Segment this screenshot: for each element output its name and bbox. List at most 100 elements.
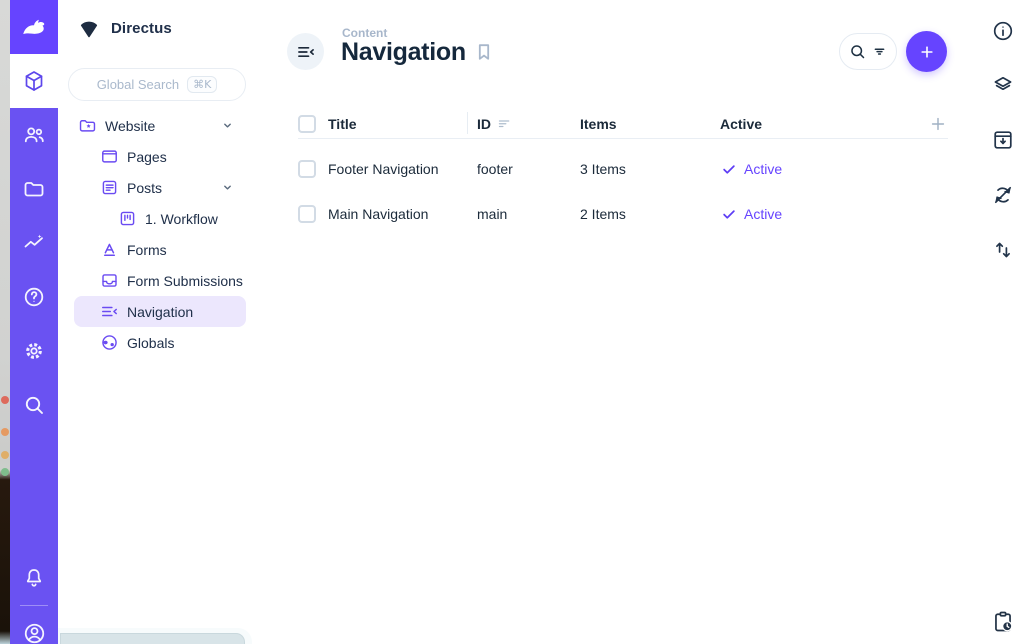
menu-open-icon: [296, 42, 316, 62]
nav-item-label: Form Submissions: [127, 273, 243, 289]
nav-item-label: 1. Workflow: [145, 211, 218, 227]
nav-item-posts[interactable]: Posts: [74, 172, 246, 203]
cell-title: Footer Navigation: [328, 161, 477, 177]
bottom-overlay-inner: [60, 633, 245, 644]
layers-icon[interactable]: [989, 71, 1017, 99]
nav-item-label: Pages: [127, 149, 167, 165]
cell-active: Active: [720, 160, 924, 178]
nav-item-label: Website: [105, 118, 155, 134]
avatar-icon: [22, 621, 47, 644]
nav-item-website[interactable]: Website: [74, 110, 246, 141]
row-checkbox[interactable]: [298, 160, 316, 178]
module-content[interactable]: [10, 54, 58, 108]
column-header-id[interactable]: ID: [477, 116, 580, 132]
page-title: Navigation: [341, 38, 466, 67]
project-name: Directus: [111, 20, 172, 37]
navigation-panel: Directus Global Search ⌘K Website Pages: [58, 0, 280, 644]
nav-item-label: Globals: [127, 335, 174, 351]
background-dot: [1, 468, 9, 476]
chevron-down-icon[interactable]: [219, 179, 236, 196]
filter-icon[interactable]: [870, 42, 889, 61]
import-icon[interactable]: [989, 126, 1017, 154]
table-header: Title ID Items Active: [298, 109, 948, 139]
nav-item-workflow[interactable]: 1. Workflow: [74, 203, 246, 234]
notifications-button[interactable]: [10, 551, 58, 605]
select-all-checkbox[interactable]: [298, 115, 316, 133]
window-icon: [100, 147, 119, 166]
kanban-icon: [118, 209, 137, 228]
background-dot: [1, 451, 9, 459]
sync-disabled-icon[interactable]: [989, 181, 1017, 209]
help-icon: [22, 285, 46, 309]
cell-id: footer: [477, 161, 580, 177]
row-checkbox[interactable]: [298, 205, 316, 223]
nav-item-pages[interactable]: Pages: [74, 141, 246, 172]
table-row[interactable]: Footer Navigation footer 3 Items Active: [298, 146, 948, 191]
sort-indicator-icon: [497, 116, 512, 131]
bell-icon: [22, 566, 46, 590]
project-logo-icon: [76, 16, 102, 40]
box-icon: [22, 69, 46, 93]
module-help[interactable]: [10, 270, 58, 324]
column-header-items[interactable]: Items: [580, 116, 720, 132]
globe-icon: [100, 333, 119, 352]
nav-item-form-submissions[interactable]: Form Submissions: [74, 265, 246, 296]
insights-icon: [22, 231, 46, 255]
nav-item-label: Navigation: [127, 304, 193, 320]
global-search-placeholder: Global Search: [97, 77, 179, 92]
nav-item-label: Posts: [127, 180, 162, 196]
plus-icon: [917, 42, 937, 62]
menu-open-icon: [100, 302, 119, 321]
shortcut-badge: ⌘K: [187, 76, 217, 93]
module-settings[interactable]: [10, 324, 58, 378]
search-filter-pill: [839, 33, 897, 70]
bookmark-icon[interactable]: [472, 40, 496, 64]
table-row[interactable]: Main Navigation main 2 Items Active: [298, 191, 948, 236]
inbox-icon: [100, 271, 119, 290]
gear-icon: [22, 339, 46, 363]
cell-items: 2 Items: [580, 206, 720, 222]
page-icon-button[interactable]: [287, 33, 324, 70]
bottom-overlay-panel: [58, 628, 252, 644]
cell-title: Main Navigation: [328, 206, 477, 222]
table-body: Footer Navigation footer 3 Items Active …: [298, 146, 948, 236]
module-insights[interactable]: [10, 216, 58, 270]
info-icon[interactable]: [989, 17, 1017, 45]
right-sidebar: [979, 0, 1028, 644]
background-window-sliver: [0, 0, 10, 644]
folder-icon: [22, 177, 46, 201]
column-header-title[interactable]: Title: [328, 116, 477, 132]
module-search[interactable]: [10, 378, 58, 432]
background-dot: [1, 428, 9, 436]
check-icon: [720, 160, 738, 178]
module-bar: [10, 0, 58, 644]
global-search-input[interactable]: Global Search ⌘K: [68, 68, 246, 101]
people-icon: [22, 123, 46, 147]
nav-item-globals[interactable]: Globals: [74, 327, 246, 358]
module-file-library[interactable]: [10, 162, 58, 216]
pending-actions-icon[interactable]: [989, 608, 1017, 636]
cell-items: 3 Items: [580, 161, 720, 177]
sort-icon[interactable]: [989, 236, 1017, 264]
add-item-button[interactable]: [906, 31, 947, 72]
folder-star-icon: [78, 116, 97, 135]
chevron-down-icon[interactable]: [219, 117, 236, 134]
nav-item-forms[interactable]: Forms: [74, 234, 246, 265]
directus-app: Directus Global Search ⌘K Website Pages: [0, 0, 1028, 644]
nav-item-label: Forms: [127, 242, 167, 258]
module-user-directory[interactable]: [10, 108, 58, 162]
cell-active: Active: [720, 205, 924, 223]
add-column-button[interactable]: [928, 114, 948, 134]
column-header-id-label: ID: [477, 116, 491, 132]
directus-logo[interactable]: [10, 0, 58, 54]
collections-tree: Website Pages Posts: [74, 110, 246, 358]
nav-item-navigation[interactable]: Navigation: [74, 296, 246, 327]
article-icon: [100, 178, 119, 197]
column-header-active[interactable]: Active: [720, 116, 924, 132]
module-bar-bottom: [10, 551, 58, 644]
search-icon[interactable]: [848, 42, 867, 61]
rabbit-icon: [19, 12, 49, 42]
account-button[interactable]: [10, 606, 58, 644]
check-icon: [720, 205, 738, 223]
project-brand[interactable]: Directus: [76, 16, 172, 40]
